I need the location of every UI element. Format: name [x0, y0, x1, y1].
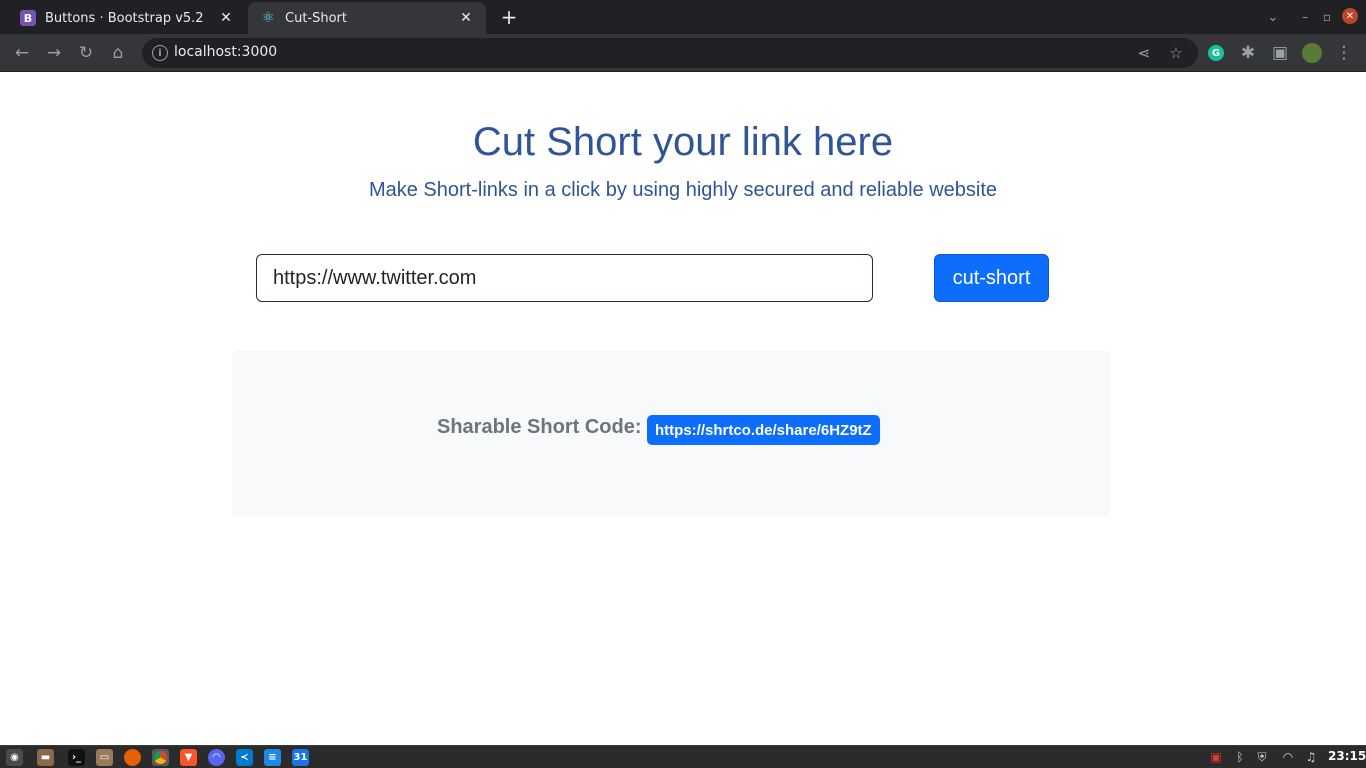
- menu-dots-icon[interactable]: ⋮: [1332, 41, 1356, 65]
- update-icon[interactable]: ▣: [1208, 749, 1224, 765]
- back-icon[interactable]: ←: [10, 41, 34, 65]
- volume-icon[interactable]: ♫: [1303, 749, 1319, 765]
- os-taskbar: ◉ ▬ ›_ ▭ ▼ ◠ ≺ ≡ 31 ▣ ᛒ ⛨ ◠ ♫ 23:15: [0, 745, 1366, 768]
- page-subtitle: Make Short-links in a click by using hig…: [368, 179, 998, 201]
- bookmark-star-icon[interactable]: ☆: [1166, 43, 1186, 63]
- wifi-icon[interactable]: ◠: [1280, 749, 1296, 765]
- bootstrap-icon: B: [20, 10, 36, 26]
- chrome-icon[interactable]: [152, 749, 169, 766]
- url-input[interactable]: [256, 254, 873, 302]
- maximize-icon[interactable]: ▫: [1320, 8, 1334, 26]
- shield-icon[interactable]: ⛨: [1254, 749, 1270, 765]
- address-bar[interactable]: i localhost:3000 ⋖ ☆: [142, 38, 1198, 68]
- clock[interactable]: 23:15: [1328, 749, 1366, 763]
- minimize-icon[interactable]: –: [1298, 8, 1312, 26]
- result-card: Sharable Short Code: https://shrtco.de/s…: [232, 350, 1110, 517]
- page-title: Cut Short your link here: [472, 120, 894, 164]
- site-info-icon[interactable]: i: [152, 45, 168, 61]
- tab-cut-short[interactable]: ⚛ Cut-Short ✕: [248, 2, 486, 34]
- page-content: Cut Short your link here Make Short-link…: [0, 72, 1366, 745]
- close-tab-icon[interactable]: ✕: [218, 10, 234, 26]
- side-panel-icon[interactable]: ▣: [1268, 41, 1292, 65]
- tab-bootstrap-buttons[interactable]: B Buttons · Bootstrap v5.2 ✕: [8, 2, 246, 34]
- react-icon: ⚛: [261, 10, 275, 26]
- grammarly-icon[interactable]: G: [1204, 41, 1228, 65]
- reload-icon[interactable]: ↻: [74, 41, 98, 65]
- calendar-icon[interactable]: 31: [292, 749, 309, 766]
- bluetooth-icon[interactable]: ᛒ: [1232, 749, 1248, 765]
- start-menu-icon[interactable]: ◉: [6, 749, 23, 766]
- firefox-icon[interactable]: [124, 749, 141, 766]
- folder-icon[interactable]: ▭: [96, 749, 113, 766]
- tab-title: Buttons · Bootstrap v5.2: [45, 10, 204, 26]
- browser-toolbar: ← → ↻ ⌂ i localhost:3000 ⋖ ☆ G ✱ ▣ ⋮: [0, 34, 1366, 72]
- discord-icon[interactable]: ◠: [208, 749, 225, 766]
- cut-short-button[interactable]: cut-short: [934, 254, 1049, 302]
- vscode-icon[interactable]: ≺: [236, 749, 253, 766]
- share-icon[interactable]: ⋖: [1134, 43, 1154, 63]
- close-window-icon[interactable]: ✕: [1342, 8, 1358, 24]
- short-link-badge[interactable]: https://shrtco.de/share/6HZ9tZ: [647, 415, 880, 445]
- terminal-icon[interactable]: ›_: [68, 749, 85, 766]
- files-icon[interactable]: ▬: [37, 749, 54, 766]
- tab-search-icon[interactable]: ⌄: [1264, 8, 1282, 26]
- share-label: Sharable Short Code:: [437, 416, 642, 438]
- home-icon[interactable]: ⌂: [106, 41, 130, 65]
- tab-title: Cut-Short: [285, 10, 347, 26]
- new-tab-button[interactable]: +: [498, 5, 520, 29]
- text-editor-icon[interactable]: ≡: [264, 749, 281, 766]
- extensions-icon[interactable]: ✱: [1236, 41, 1260, 65]
- address-text[interactable]: localhost:3000: [174, 44, 277, 60]
- brave-icon[interactable]: ▼: [180, 749, 197, 766]
- profile-avatar[interactable]: [1300, 41, 1324, 65]
- close-tab-icon[interactable]: ✕: [458, 10, 474, 26]
- forward-icon[interactable]: →: [42, 41, 66, 65]
- browser-tab-strip: B Buttons · Bootstrap v5.2 ✕ ⚛ Cut-Short…: [0, 0, 1366, 34]
